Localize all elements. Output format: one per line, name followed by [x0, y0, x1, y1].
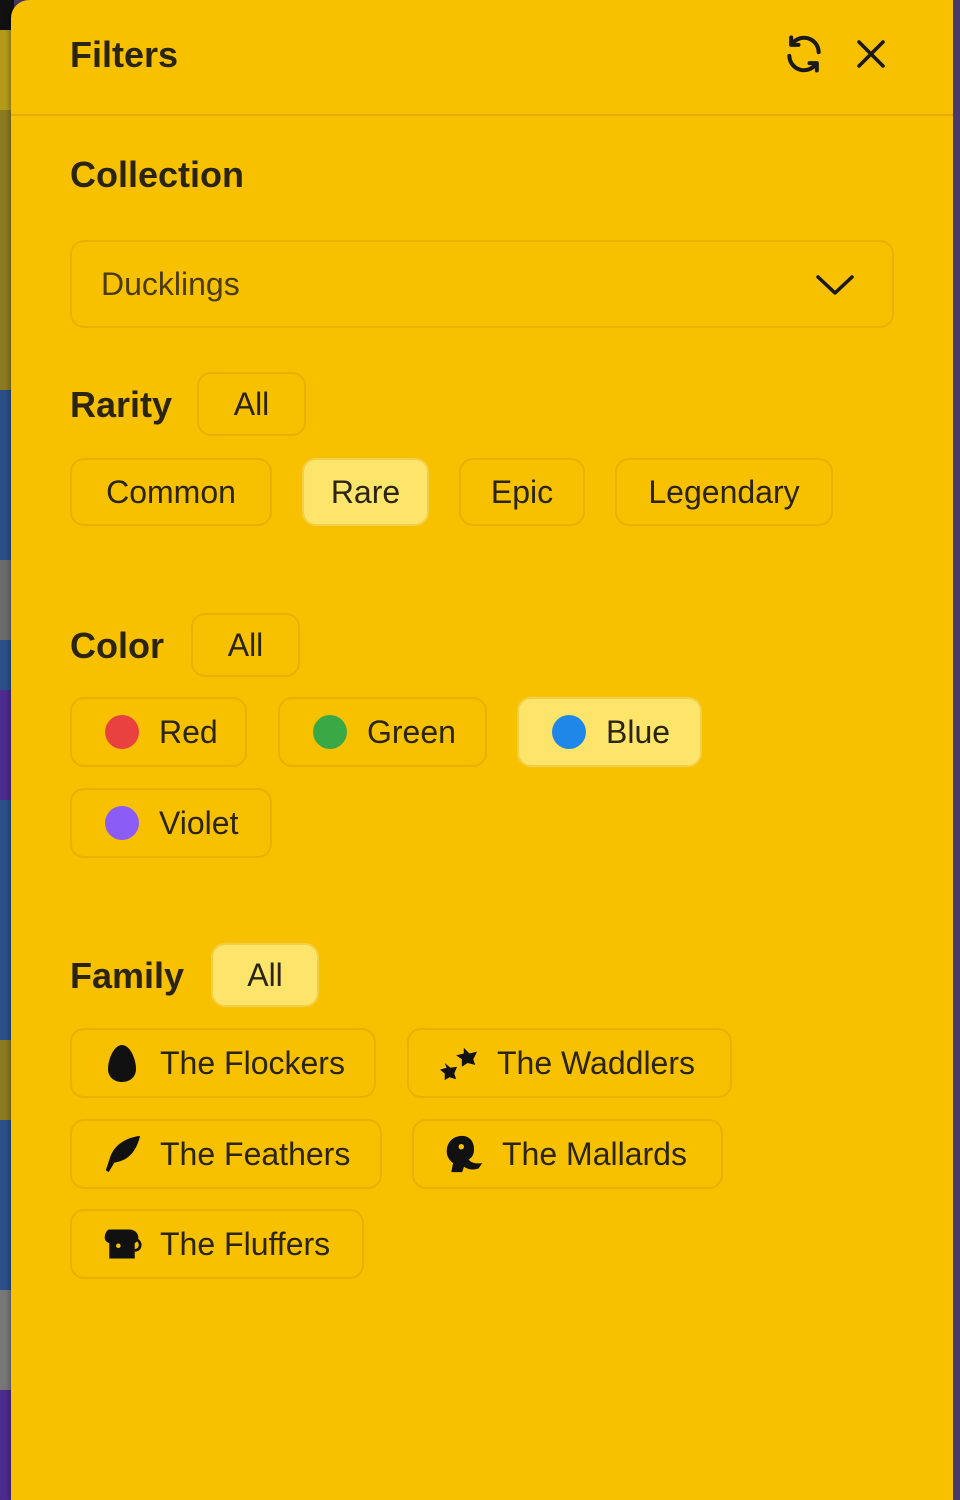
close-icon — [853, 36, 889, 77]
close-button[interactable] — [847, 32, 895, 80]
rarity-title: Rarity — [70, 384, 173, 425]
color-chip-label: Violet — [159, 804, 239, 841]
family-chip-the-feathers[interactable]: The Feathers — [70, 1119, 382, 1189]
reset-button[interactable] — [780, 32, 828, 80]
family-chip-label: The Feathers — [160, 1135, 351, 1172]
feather-icon — [102, 1134, 142, 1174]
chevron-down-icon — [814, 270, 856, 305]
rarity-chip-rare[interactable]: Rare — [302, 458, 429, 526]
family-chip-the-mallards[interactable]: The Mallards — [412, 1119, 723, 1189]
family-chip-the-waddlers[interactable]: The Waddlers — [407, 1028, 732, 1098]
bread-icon — [102, 1224, 142, 1264]
blue-swatch — [552, 715, 586, 749]
color-all-button[interactable]: All — [191, 613, 300, 677]
family-chip-label: The Flockers — [160, 1044, 345, 1081]
family-chip-the-flockers[interactable]: The Flockers — [70, 1028, 376, 1098]
family-chip-the-fluffers[interactable]: The Fluffers — [70, 1209, 364, 1279]
color-title: Color — [70, 625, 164, 666]
color-chip-violet[interactable]: Violet — [70, 788, 272, 858]
rarity-chip-legendary[interactable]: Legendary — [615, 458, 833, 526]
rarity-chip-common[interactable]: Common — [70, 458, 272, 526]
refresh-icon — [782, 32, 826, 81]
family-chip-label: The Waddlers — [497, 1044, 695, 1081]
panel-title: Filters — [70, 34, 179, 75]
family-chip-label: The Fluffers — [160, 1225, 331, 1262]
green-swatch — [313, 715, 347, 749]
family-title: Family — [70, 955, 185, 996]
footprints-icon — [439, 1043, 479, 1083]
rarity-all-button[interactable]: All — [197, 372, 306, 436]
color-chip-label: Red — [159, 713, 218, 750]
family-all-button[interactable]: All — [211, 943, 319, 1007]
rarity-chip-epic[interactable]: Epic — [459, 458, 585, 526]
family-chip-label: The Mallards — [502, 1135, 687, 1172]
filters-panel: Filters Collection Ducklings Rarity All … — [11, 0, 953, 1500]
panel-header: Filters — [11, 0, 953, 116]
violet-swatch — [105, 806, 139, 840]
color-chip-label: Green — [367, 713, 456, 750]
collection-title: Collection — [70, 154, 245, 195]
color-chip-blue[interactable]: Blue — [517, 697, 702, 767]
color-chip-green[interactable]: Green — [278, 697, 487, 767]
color-chip-label: Blue — [606, 713, 671, 750]
color-chip-red[interactable]: Red — [70, 697, 247, 767]
duck-head-icon — [444, 1134, 484, 1174]
collection-select[interactable]: Ducklings — [70, 240, 894, 328]
red-swatch — [105, 715, 139, 749]
collection-select-value: Ducklings — [101, 265, 240, 302]
egg-icon — [102, 1043, 142, 1083]
